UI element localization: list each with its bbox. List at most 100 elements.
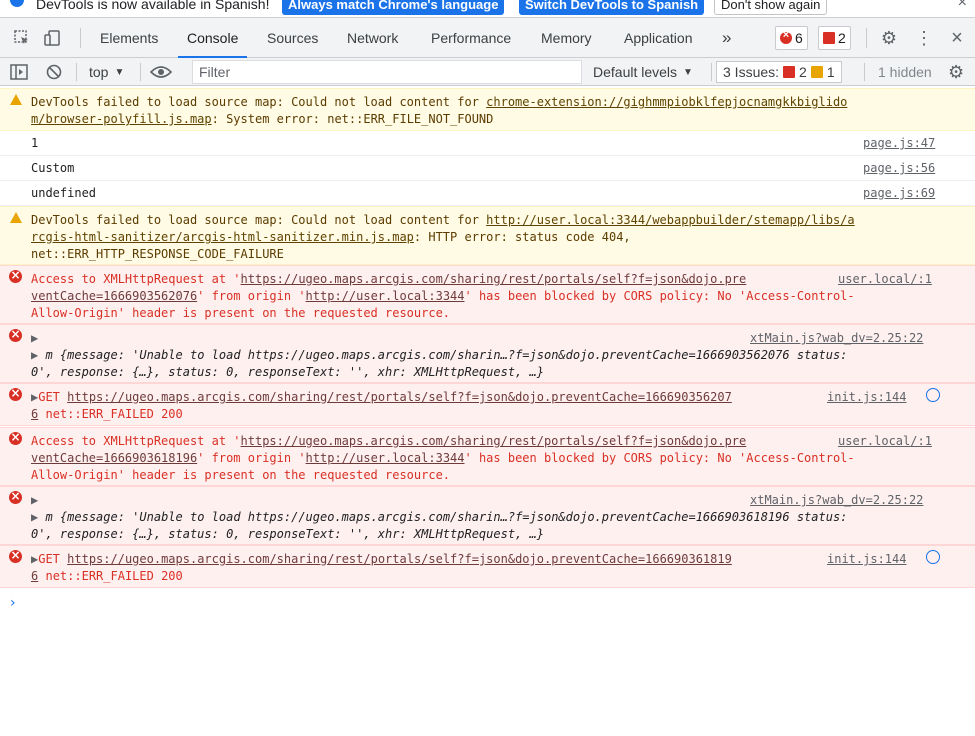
source-link[interactable]: page.js:47 bbox=[863, 135, 935, 152]
console-message-log: undefined page.js:69 bbox=[0, 181, 975, 206]
request-url-link-cont[interactable]: ventCache=1666903562076 bbox=[31, 289, 197, 303]
issues-button[interactable]: 3 Issues: 2 1 bbox=[716, 61, 842, 83]
separator bbox=[711, 63, 712, 81]
console-message-log: 1 page.js:47 bbox=[0, 131, 975, 156]
close-devtools-icon[interactable]: × bbox=[944, 18, 970, 58]
infobar-close-icon[interactable]: × bbox=[958, 0, 967, 12]
issues-warning-count: 1 bbox=[826, 64, 835, 80]
console-message-error: ▶GET https://ugeo.maps.arcgis.com/sharin… bbox=[0, 545, 975, 588]
origin-link[interactable]: http://user.local:3344 bbox=[306, 451, 465, 465]
language-infobar: DevTools is now available in Spanish! Al… bbox=[0, 0, 975, 18]
request-url-link[interactable]: https://ugeo.maps.arcgis.com/sharing/res… bbox=[67, 552, 732, 566]
error-icon bbox=[9, 488, 22, 505]
always-match-language-button[interactable]: Always match Chrome's language bbox=[282, 0, 505, 15]
devtools-tabbar: Elements Console Sources Network Perform… bbox=[0, 18, 975, 58]
tab-network[interactable]: Network bbox=[347, 18, 398, 58]
hidden-messages-count: 1 hidden bbox=[878, 64, 932, 80]
console-settings-gear-icon[interactable]: ⚙ bbox=[948, 58, 964, 86]
log-text: 1 bbox=[31, 136, 39, 150]
switch-to-spanish-button[interactable]: Switch DevTools to Spanish bbox=[519, 0, 705, 15]
separator bbox=[140, 63, 141, 81]
log-levels-dropdown[interactable]: Default levels ▼ bbox=[593, 58, 693, 86]
network-request-icon[interactable] bbox=[926, 550, 940, 564]
source-map-link-cont[interactable]: rcgis-html-sanitizer/arcgis-html-sanitiz… bbox=[31, 230, 414, 244]
error-count-badge[interactable]: 6 bbox=[775, 26, 808, 50]
context-selector[interactable]: top ▼ bbox=[89, 58, 124, 86]
expand-caret-icon[interactable]: ▶ bbox=[31, 492, 38, 509]
issue-flag-icon bbox=[823, 32, 835, 44]
warning-icon bbox=[10, 212, 22, 223]
error-object-preview-cont: 0', response: {…}, status: 0, responseTe… bbox=[31, 527, 544, 541]
expand-caret-icon[interactable]: ▶ bbox=[31, 330, 38, 347]
error-icon bbox=[9, 429, 22, 446]
error-count: 6 bbox=[795, 30, 803, 46]
source-map-link[interactable]: chrome-extension://gighmmpiobklfepjocnam… bbox=[486, 95, 847, 109]
filter-input[interactable] bbox=[192, 60, 582, 84]
source-map-link[interactable]: http://user.local:3344/webappbuilder/ste… bbox=[486, 213, 854, 227]
source-link[interactable]: init.js:144 bbox=[827, 551, 906, 568]
more-options-icon[interactable]: ⋮ bbox=[912, 18, 936, 58]
console-message-error: Access to XMLHttpRequest at 'https://uge… bbox=[0, 265, 975, 324]
request-status: net::ERR_FAILED 200 bbox=[45, 569, 183, 583]
source-link[interactable]: xtMain.js?wab_dv=2.25:22 bbox=[750, 492, 923, 509]
tab-sources[interactable]: Sources bbox=[267, 18, 318, 58]
error-icon bbox=[9, 267, 22, 284]
request-url-link[interactable]: https://ugeo.maps.arcgis.com/sharing/res… bbox=[67, 390, 732, 404]
request-url-link-cont[interactable]: ventCache=1666903618196 bbox=[31, 451, 197, 465]
error-object-preview-cont: 0', response: {…}, status: 0, responseTe… bbox=[31, 365, 544, 379]
chevron-down-icon: ▼ bbox=[683, 66, 693, 78]
request-status: net::ERR_FAILED 200 bbox=[45, 407, 183, 421]
error-icon bbox=[780, 29, 792, 44]
console-prompt-chevron-icon[interactable]: › bbox=[10, 595, 16, 612]
console-messages: DevTools failed to load source map: Coul… bbox=[0, 86, 975, 736]
source-link[interactable]: init.js:144 bbox=[827, 389, 906, 406]
console-message-error: Access to XMLHttpRequest at 'https://uge… bbox=[0, 427, 975, 486]
source-link[interactable]: page.js:69 bbox=[863, 185, 935, 202]
error-icon bbox=[9, 547, 22, 564]
live-expression-eye-icon[interactable] bbox=[150, 58, 172, 86]
request-url-link[interactable]: https://ugeo.maps.arcgis.com/sharing/res… bbox=[241, 272, 747, 286]
source-link[interactable]: xtMain.js?wab_dv=2.25:22 bbox=[750, 330, 923, 347]
tab-application[interactable]: Application bbox=[624, 18, 693, 58]
network-request-icon[interactable] bbox=[926, 388, 940, 402]
source-link[interactable]: page.js:56 bbox=[863, 160, 935, 177]
console-message-log: Custom page.js:56 bbox=[0, 156, 975, 181]
tab-elements[interactable]: Elements bbox=[100, 18, 158, 58]
more-tabs-button[interactable]: » bbox=[722, 18, 731, 58]
request-url-link-cont[interactable]: 6 bbox=[31, 407, 38, 421]
source-map-link-cont[interactable]: m/browser-polyfill.js.map bbox=[31, 112, 212, 126]
device-toolbar-icon[interactable] bbox=[40, 18, 66, 58]
context-label: top bbox=[89, 64, 109, 80]
request-url-link[interactable]: https://ugeo.maps.arcgis.com/sharing/res… bbox=[241, 434, 747, 448]
warning-icon bbox=[10, 94, 22, 105]
log-text: Custom bbox=[31, 161, 75, 175]
http-method: GET bbox=[38, 552, 60, 566]
expand-object-caret-icon[interactable]: ▶ bbox=[31, 348, 45, 362]
console-message-warning: DevTools failed to load source map: Coul… bbox=[0, 88, 975, 131]
source-link[interactable]: user.local/:1 bbox=[838, 271, 932, 288]
separator bbox=[80, 28, 81, 48]
issues-label: 3 Issues: bbox=[723, 64, 780, 80]
inspect-element-icon[interactable] bbox=[10, 18, 34, 58]
issues-count: 2 bbox=[838, 30, 846, 46]
issue-warning-flag-icon bbox=[810, 66, 823, 78]
console-message-error: ▶ xtMain.js?wab_dv=2.25:22 ▶ m {message:… bbox=[0, 486, 975, 545]
sidebar-toggle-icon[interactable] bbox=[10, 58, 28, 86]
console-message-error: ▶GET https://ugeo.maps.arcgis.com/sharin… bbox=[0, 383, 975, 426]
issues-count-badge[interactable]: 2 bbox=[818, 26, 851, 50]
settings-gear-icon[interactable]: ⚙ bbox=[876, 18, 902, 58]
object-prefix: m bbox=[45, 348, 53, 362]
error-object-preview[interactable]: {message: 'Unable to load https://ugeo.m… bbox=[60, 348, 847, 362]
source-link[interactable]: user.local/:1 bbox=[838, 433, 932, 450]
origin-link[interactable]: http://user.local:3344 bbox=[306, 289, 465, 303]
request-url-link-cont[interactable]: 6 bbox=[31, 569, 38, 583]
error-object-preview[interactable]: {message: 'Unable to load https://ugeo.m… bbox=[60, 510, 847, 524]
tab-console[interactable]: Console bbox=[178, 18, 248, 58]
separator bbox=[866, 28, 867, 48]
tab-memory[interactable]: Memory bbox=[541, 18, 592, 58]
tab-performance[interactable]: Performance bbox=[431, 18, 511, 58]
dont-show-again-button[interactable]: Don't show again bbox=[714, 0, 828, 15]
log-levels-label: Default levels bbox=[593, 64, 678, 80]
expand-object-caret-icon[interactable]: ▶ bbox=[31, 510, 45, 524]
clear-console-icon[interactable] bbox=[46, 58, 62, 86]
